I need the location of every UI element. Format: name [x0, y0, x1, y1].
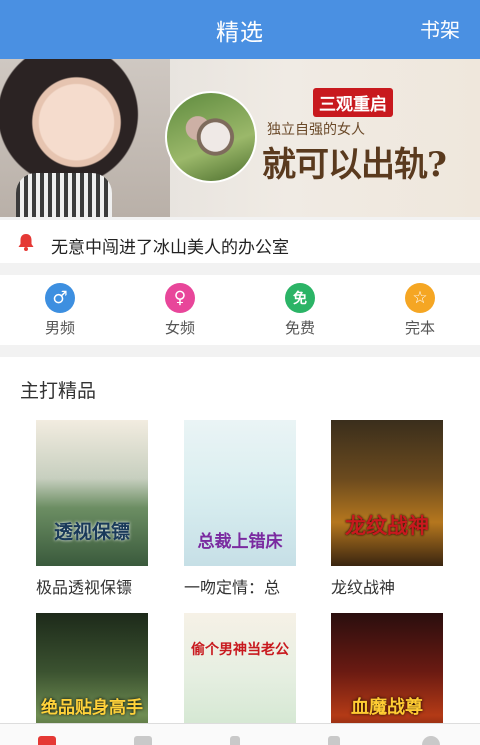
cover-title: 总裁上错床: [197, 532, 283, 552]
book-cover: 透视保镖: [36, 420, 148, 566]
male-icon: ♂: [45, 283, 75, 313]
home-tab-icon[interactable]: [38, 736, 56, 745]
banner-tag: 三观重启: [313, 88, 393, 117]
cover-title: 血魔战尊: [351, 697, 423, 718]
book-cover: 总裁上错床: [184, 420, 296, 566]
featured-section: 主打精品 透视保镖 极品透视保镖 总裁上错床 一吻定情：总 龙纹战神 龙纹战神 …: [0, 357, 480, 745]
female-icon: ♀: [165, 283, 195, 313]
profile-tab-icon[interactable]: [422, 736, 440, 745]
category-label: 男频: [44, 319, 75, 337]
bell-icon: [18, 234, 34, 251]
app-screen: 精选 书架 三观重启 独立自强的女人 就可以出轨? 无意中闯进了冰山美人的办公室…: [0, 0, 480, 745]
category-male[interactable]: ♂ 男频: [30, 283, 90, 338]
cover-title: 绝品贴身高手: [41, 698, 143, 718]
book-cover: 龙纹战神: [331, 420, 443, 566]
category-label: 免费: [284, 319, 315, 337]
rank-tab-icon[interactable]: [230, 736, 240, 745]
category-free[interactable]: 免 免费: [270, 283, 330, 338]
promo-banner[interactable]: 三观重启 独立自强的女人 就可以出轨?: [0, 59, 480, 217]
category-female[interactable]: ♀ 女频: [150, 283, 210, 338]
cover-title: 龙纹战神: [345, 513, 429, 538]
page-title: 精选: [216, 20, 264, 46]
free-icon: 免: [285, 283, 315, 313]
book-title: 极品透视保镖: [36, 578, 133, 597]
category-tab-icon[interactable]: [134, 736, 152, 745]
category-nav: ♂ 男频 ♀ 女频 免 免费 ☆ 完本: [0, 275, 480, 345]
banner-headline: 就可以出轨?: [262, 145, 447, 185]
book-card[interactable]: 透视保镖 极品透视保镖: [36, 420, 148, 598]
notice-bar[interactable]: 无意中闯进了冰山美人的办公室: [0, 220, 480, 263]
category-completed[interactable]: ☆ 完本: [390, 283, 450, 338]
bookshelf-button[interactable]: 书架: [420, 14, 460, 43]
bottom-tab-bar: [0, 723, 480, 745]
section-title: 主打精品: [20, 380, 97, 402]
banner-inset-image: [165, 91, 257, 183]
banner-subtitle: 独立自强的女人: [267, 122, 365, 138]
book-title: 龙纹战神: [331, 578, 396, 597]
notice-text: 无意中闯进了冰山美人的办公室: [51, 238, 289, 258]
search-tab-icon[interactable]: [328, 736, 340, 745]
banner-portrait-image: [0, 59, 170, 217]
star-icon: ☆: [405, 283, 435, 313]
book-card[interactable]: 龙纹战神 龙纹战神: [331, 420, 443, 598]
category-label: 女频: [164, 319, 195, 337]
cover-title: 偷个男神当老公: [191, 642, 289, 658]
cover-title: 透视保镖: [53, 521, 130, 543]
book-title: 一吻定情：总: [184, 578, 281, 597]
book-card[interactable]: 总裁上错床 一吻定情：总: [184, 420, 296, 598]
category-label: 完本: [404, 319, 435, 337]
top-bar: 精选 书架: [0, 0, 480, 59]
